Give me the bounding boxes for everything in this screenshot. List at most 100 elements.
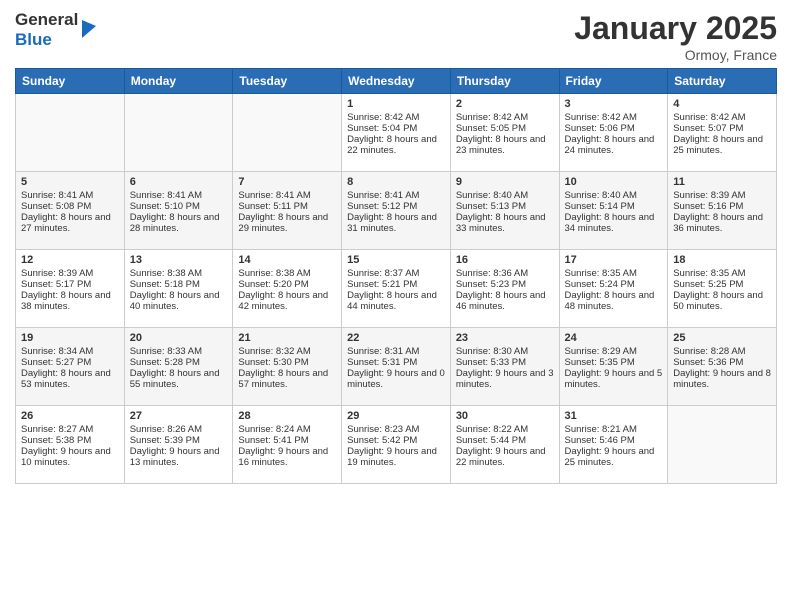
calendar-cell-3-2: 21Sunrise: 8:32 AMSunset: 5:30 PMDayligh… [233, 328, 342, 406]
sunrise-text: Sunrise: 8:31 AM [347, 346, 445, 357]
sunset-text: Sunset: 5:25 PM [673, 279, 771, 290]
sunset-text: Sunset: 5:35 PM [565, 357, 663, 368]
calendar-cell-2-4: 16Sunrise: 8:36 AMSunset: 5:23 PMDayligh… [450, 250, 559, 328]
sunrise-text: Sunrise: 8:21 AM [565, 424, 663, 435]
calendar-cell-1-1: 6Sunrise: 8:41 AMSunset: 5:10 PMDaylight… [124, 172, 233, 250]
daylight-text: Daylight: 9 hours and 22 minutes. [456, 446, 554, 468]
sunrise-text: Sunrise: 8:32 AM [238, 346, 336, 357]
day-number: 6 [130, 176, 228, 188]
calendar-cell-0-3: 1Sunrise: 8:42 AMSunset: 5:04 PMDaylight… [342, 94, 451, 172]
location: Ormoy, France [574, 47, 777, 63]
calendar-cell-4-3: 29Sunrise: 8:23 AMSunset: 5:42 PMDayligh… [342, 406, 451, 484]
calendar-week-row-2: 12Sunrise: 8:39 AMSunset: 5:17 PMDayligh… [16, 250, 777, 328]
sunset-text: Sunset: 5:18 PM [130, 279, 228, 290]
day-number: 29 [347, 410, 445, 422]
sunset-text: Sunset: 5:08 PM [21, 201, 119, 212]
sunset-text: Sunset: 5:13 PM [456, 201, 554, 212]
day-number: 26 [21, 410, 119, 422]
sunset-text: Sunset: 5:33 PM [456, 357, 554, 368]
daylight-text: Daylight: 8 hours and 33 minutes. [456, 212, 554, 234]
sunrise-text: Sunrise: 8:41 AM [130, 190, 228, 201]
calendar-cell-2-3: 15Sunrise: 8:37 AMSunset: 5:21 PMDayligh… [342, 250, 451, 328]
sunrise-text: Sunrise: 8:40 AM [456, 190, 554, 201]
daylight-text: Daylight: 9 hours and 25 minutes. [565, 446, 663, 468]
calendar-cell-2-2: 14Sunrise: 8:38 AMSunset: 5:20 PMDayligh… [233, 250, 342, 328]
day-number: 17 [565, 254, 663, 266]
day-number: 30 [456, 410, 554, 422]
sunrise-text: Sunrise: 8:24 AM [238, 424, 336, 435]
daylight-text: Daylight: 8 hours and 25 minutes. [673, 134, 771, 156]
sunset-text: Sunset: 5:38 PM [21, 435, 119, 446]
sunrise-text: Sunrise: 8:39 AM [21, 268, 119, 279]
sunset-text: Sunset: 5:39 PM [130, 435, 228, 446]
daylight-text: Daylight: 8 hours and 22 minutes. [347, 134, 445, 156]
daylight-text: Daylight: 9 hours and 3 minutes. [456, 368, 554, 390]
sunrise-text: Sunrise: 8:41 AM [21, 190, 119, 201]
sunset-text: Sunset: 5:20 PM [238, 279, 336, 290]
daylight-text: Daylight: 8 hours and 23 minutes. [456, 134, 554, 156]
day-number: 28 [238, 410, 336, 422]
day-number: 9 [456, 176, 554, 188]
day-number: 4 [673, 98, 771, 110]
sunset-text: Sunset: 5:30 PM [238, 357, 336, 368]
daylight-text: Daylight: 8 hours and 42 minutes. [238, 290, 336, 312]
logo-blue: Blue [15, 30, 78, 50]
daylight-text: Daylight: 8 hours and 27 minutes. [21, 212, 119, 234]
calendar-cell-3-3: 22Sunrise: 8:31 AMSunset: 5:31 PMDayligh… [342, 328, 451, 406]
col-sunday: Sunday [16, 69, 125, 94]
calendar-cell-3-0: 19Sunrise: 8:34 AMSunset: 5:27 PMDayligh… [16, 328, 125, 406]
day-number: 13 [130, 254, 228, 266]
sunset-text: Sunset: 5:06 PM [565, 123, 663, 134]
sunrise-text: Sunrise: 8:42 AM [565, 112, 663, 123]
day-number: 15 [347, 254, 445, 266]
calendar-cell-1-3: 8Sunrise: 8:41 AMSunset: 5:12 PMDaylight… [342, 172, 451, 250]
daylight-text: Daylight: 9 hours and 8 minutes. [673, 368, 771, 390]
day-number: 22 [347, 332, 445, 344]
daylight-text: Daylight: 8 hours and 55 minutes. [130, 368, 228, 390]
daylight-text: Daylight: 8 hours and 50 minutes. [673, 290, 771, 312]
calendar-cell-2-0: 12Sunrise: 8:39 AMSunset: 5:17 PMDayligh… [16, 250, 125, 328]
sunrise-text: Sunrise: 8:42 AM [456, 112, 554, 123]
sunrise-text: Sunrise: 8:36 AM [456, 268, 554, 279]
sunset-text: Sunset: 5:23 PM [456, 279, 554, 290]
sunrise-text: Sunrise: 8:38 AM [130, 268, 228, 279]
sunrise-text: Sunrise: 8:26 AM [130, 424, 228, 435]
logo: General Blue [15, 10, 98, 49]
calendar-week-row-1: 5Sunrise: 8:41 AMSunset: 5:08 PMDaylight… [16, 172, 777, 250]
calendar-cell-3-4: 23Sunrise: 8:30 AMSunset: 5:33 PMDayligh… [450, 328, 559, 406]
calendar-cell-1-0: 5 Sunrise: 8:41 AMSunset: 5:08 PMDaylight… [16, 172, 125, 250]
calendar-cell-0-0 [16, 94, 125, 172]
calendar-cell-4-4: 30Sunrise: 8:22 AMSunset: 5:44 PMDayligh… [450, 406, 559, 484]
daylight-text: Daylight: 8 hours and 29 minutes. [238, 212, 336, 234]
day-number: 11 [673, 176, 771, 188]
sunrise-text: Sunrise: 8:37 AM [347, 268, 445, 279]
calendar-cell-0-4: 2Sunrise: 8:42 AMSunset: 5:05 PMDaylight… [450, 94, 559, 172]
daylight-text: Daylight: 8 hours and 31 minutes. [347, 212, 445, 234]
sunrise-text: Sunrise: 8:38 AM [238, 268, 336, 279]
day-number: 31 [565, 410, 663, 422]
sunrise-text: Sunrise: 8:23 AM [347, 424, 445, 435]
sunrise-text: Sunrise: 8:42 AM [673, 112, 771, 123]
calendar-cell-4-2: 28Sunrise: 8:24 AMSunset: 5:41 PMDayligh… [233, 406, 342, 484]
calendar-week-row-3: 19Sunrise: 8:34 AMSunset: 5:27 PMDayligh… [16, 328, 777, 406]
sunrise-text: Sunrise: 8:42 AM [347, 112, 445, 123]
daylight-text: Daylight: 9 hours and 13 minutes. [130, 446, 228, 468]
calendar-cell-3-1: 20Sunrise: 8:33 AMSunset: 5:28 PMDayligh… [124, 328, 233, 406]
daylight-text: Daylight: 8 hours and 57 minutes. [238, 368, 336, 390]
col-monday: Monday [124, 69, 233, 94]
calendar-week-row-4: 26Sunrise: 8:27 AMSunset: 5:38 PMDayligh… [16, 406, 777, 484]
sunrise-text: Sunrise: 8:40 AM [565, 190, 663, 201]
sunset-text: Sunset: 5:36 PM [673, 357, 771, 368]
sunset-text: Sunset: 5:16 PM [673, 201, 771, 212]
daylight-text: Daylight: 9 hours and 10 minutes. [21, 446, 119, 468]
col-thursday: Thursday [450, 69, 559, 94]
day-number: 1 [347, 98, 445, 110]
daylight-text: Daylight: 8 hours and 48 minutes. [565, 290, 663, 312]
title-block: January 2025 Ormoy, France [574, 10, 777, 63]
calendar-body: 1Sunrise: 8:42 AMSunset: 5:04 PMDaylight… [16, 94, 777, 484]
sunrise-text: Sunrise: 8:34 AM [21, 346, 119, 357]
calendar-cell-4-5: 31Sunrise: 8:21 AMSunset: 5:46 PMDayligh… [559, 406, 668, 484]
daylight-text: Daylight: 8 hours and 34 minutes. [565, 212, 663, 234]
day-number: 5 [21, 176, 119, 188]
day-number: 12 [21, 254, 119, 266]
